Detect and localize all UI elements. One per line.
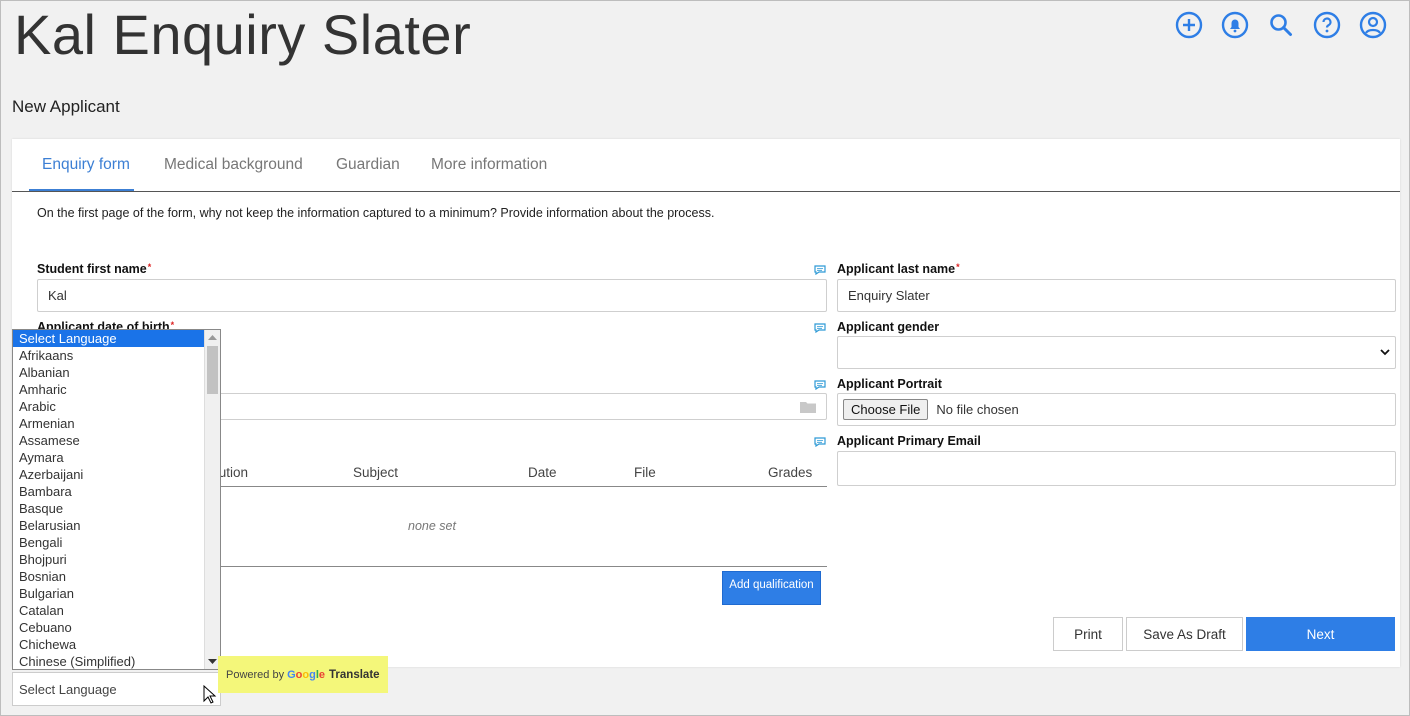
dropdown-scrollbar[interactable]	[204, 330, 220, 669]
language-option[interactable]: Bosnian	[13, 568, 220, 585]
language-option[interactable]: Catalan	[13, 602, 220, 619]
tab-medical-background[interactable]: Medical background	[164, 156, 303, 174]
email-label: Applicant Primary Email	[837, 434, 981, 448]
gender-label: Applicant gender	[837, 320, 940, 334]
comment-icon[interactable]	[814, 323, 826, 333]
language-option[interactable]: Bambara	[13, 483, 220, 500]
language-option[interactable]: Bengali	[13, 534, 220, 551]
next-button[interactable]: Next	[1246, 617, 1395, 651]
language-option[interactable]: Afrikaans	[13, 347, 220, 364]
last-name-label: Applicant last name*	[837, 262, 960, 276]
language-option[interactable]: Azerbaijani	[13, 466, 220, 483]
language-option[interactable]: Basque	[13, 500, 220, 517]
intro-text: On the first page of the form, why not k…	[37, 206, 715, 220]
gender-select[interactable]	[837, 336, 1396, 369]
scroll-thumb[interactable]	[207, 346, 218, 394]
google-logo: Google	[287, 668, 326, 681]
language-option[interactable]: Bhojpuri	[13, 551, 220, 568]
language-dropdown-list[interactable]: Select Language Afrikaans Albanian Amhar…	[12, 329, 221, 670]
first-name-field[interactable]: Kal	[37, 279, 827, 312]
help-icon[interactable]	[1312, 10, 1342, 40]
language-option[interactable]: Select Language	[13, 330, 220, 347]
language-select[interactable]: Select Language	[12, 672, 221, 706]
scroll-down-icon[interactable]	[208, 659, 217, 665]
no-file-text: No file chosen	[936, 402, 1019, 417]
portrait-label: Applicant Portrait	[837, 377, 942, 391]
language-option[interactable]: Albanian	[13, 364, 220, 381]
active-tab-indicator	[29, 189, 134, 191]
language-option[interactable]: Assamese	[13, 432, 220, 449]
column-file: File	[634, 465, 656, 480]
language-option[interactable]: Bulgarian	[13, 585, 220, 602]
column-date: Date	[528, 465, 557, 480]
translate-link[interactable]: Translate	[329, 669, 380, 681]
add-circle-icon[interactable]	[1174, 10, 1204, 40]
column-grades: Grades	[768, 465, 813, 480]
comment-icon[interactable]	[814, 265, 826, 275]
tab-enquiry-form[interactable]: Enquiry form	[42, 156, 130, 174]
language-option[interactable]: Armenian	[13, 415, 220, 432]
language-option[interactable]: Chichewa	[13, 636, 220, 653]
column-subject: Subject	[353, 465, 399, 480]
table-footer-divider	[212, 566, 827, 567]
portrait-file-input: Choose File No file chosen	[837, 393, 1396, 426]
language-option[interactable]: Chinese (Simplified)	[13, 653, 220, 669]
add-qualification-button[interactable]: Add qualification	[722, 571, 821, 605]
page-subtitle: New Applicant	[12, 97, 120, 116]
print-button[interactable]: Print	[1053, 617, 1123, 651]
comment-icon[interactable]	[814, 380, 826, 390]
bell-icon[interactable]	[1220, 10, 1250, 40]
language-option[interactable]: Belarusian	[13, 517, 220, 534]
first-name-label: Student first name*	[37, 262, 152, 276]
table-header-divider	[212, 486, 827, 487]
user-icon[interactable]	[1358, 10, 1388, 40]
search-icon[interactable]	[1266, 10, 1296, 40]
comment-icon[interactable]	[814, 437, 826, 447]
page-title: Kal Enquiry Slater	[14, 3, 472, 66]
language-option[interactable]: Aymara	[13, 449, 220, 466]
language-option[interactable]: Cebuano	[13, 619, 220, 636]
scroll-up-icon[interactable]	[208, 334, 217, 340]
choose-file-button[interactable]: Choose File	[843, 399, 929, 420]
save-draft-button[interactable]: Save As Draft	[1126, 617, 1243, 651]
top-toolbar	[1174, 10, 1388, 40]
language-option[interactable]: Amharic	[13, 381, 220, 398]
cursor-icon	[203, 685, 217, 704]
empty-qualifications-text: none set	[408, 519, 456, 533]
chevron-down-icon	[1380, 349, 1390, 356]
email-field[interactable]	[837, 451, 1396, 486]
last-name-field[interactable]: Enquiry Slater	[837, 279, 1396, 312]
language-option[interactable]: Arabic	[13, 398, 220, 415]
powered-by-text: Powered by	[226, 668, 285, 681]
tab-guardian[interactable]: Guardian	[336, 156, 400, 174]
google-translate-attribution: Powered by Google Translate	[218, 656, 388, 693]
tab-more-information[interactable]: More information	[431, 156, 547, 174]
folder-icon[interactable]	[800, 401, 816, 413]
tab-bar: Enquiry form Medical background Guardian…	[12, 139, 1400, 192]
